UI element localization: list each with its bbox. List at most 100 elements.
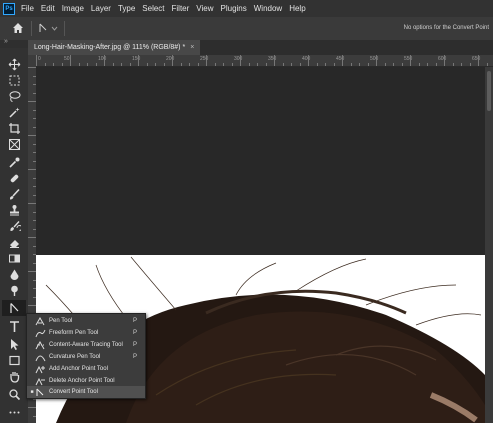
clone-stamp-tool[interactable] — [2, 202, 26, 218]
menu-help[interactable]: Help — [289, 4, 305, 13]
magic-wand-tool[interactable] — [2, 104, 26, 120]
ruler-tick — [232, 63, 233, 66]
lasso-icon — [9, 90, 20, 102]
healing-brush-tool[interactable] — [2, 170, 26, 186]
menu-image[interactable]: Image — [62, 4, 84, 13]
document-tab[interactable]: Long-Hair-Masking-After.jpg @ 111% (RGB/… — [28, 40, 201, 55]
ruler-tick — [28, 135, 36, 136]
ruler-tick — [28, 203, 36, 204]
horizontal-ruler[interactable]: 0 50 100 150 200 250 300 350 400 450 500… — [36, 55, 493, 67]
menu-view[interactable]: View — [196, 4, 213, 13]
path-selection-tool[interactable] — [2, 336, 26, 352]
ruler-tick — [113, 63, 114, 66]
menu-layer[interactable]: Layer — [91, 4, 111, 13]
gradient-tool[interactable] — [2, 250, 26, 266]
more-icon — [9, 411, 19, 413]
convert-point-preset-icon — [39, 23, 58, 32]
ruler-tick — [53, 63, 54, 66]
shortcut-key: P — [133, 318, 138, 324]
flyout-item-curvature-pen-tool[interactable]: Curvature Pen Tool P — [27, 351, 145, 363]
ruler-tick — [172, 55, 173, 66]
history-brush-icon — [9, 220, 21, 231]
flyout-item-freeform-pen-tool[interactable]: Freeform Pen Tool P — [27, 327, 145, 339]
flyout-item-add-anchor-point-tool[interactable]: Add Anchor Point Tool — [27, 363, 145, 375]
ruler-tick — [427, 63, 428, 66]
more-tools[interactable] — [2, 404, 26, 420]
ruler-tick — [351, 63, 352, 66]
ruler-tick — [410, 55, 411, 66]
menu-file[interactable]: File — [21, 4, 34, 13]
type-icon — [9, 320, 19, 332]
ruler-tick — [45, 63, 46, 66]
flyout-item-convert-point-tool[interactable]: ■ Convert Point Tool — [27, 386, 145, 398]
menu-type[interactable]: Type — [118, 4, 135, 13]
photoshop-logo[interactable]: Ps — [3, 2, 15, 15]
hand-icon — [9, 371, 19, 383]
chevron-down-icon — [51, 26, 58, 31]
ruler-tick — [164, 63, 165, 66]
eyedropper-tool[interactable] — [2, 154, 26, 170]
ruler-tick — [283, 63, 284, 66]
marquee-tool[interactable] — [2, 72, 26, 88]
frame-tool[interactable] — [2, 136, 26, 152]
ruler-tick — [189, 63, 190, 66]
ruler-tick — [334, 63, 335, 66]
flyout-item-pen-tool[interactable]: Pen Tool P — [27, 315, 145, 327]
tool-preset-picker[interactable] — [38, 23, 60, 34]
ruler-tick — [79, 63, 80, 66]
ruler-tick — [308, 55, 309, 66]
history-brush-tool[interactable] — [2, 218, 26, 234]
add-anchor-icon — [35, 365, 46, 374]
canvas-pasteboard[interactable] — [36, 67, 485, 255]
rectangle-tool[interactable] — [2, 352, 26, 368]
rectangle-icon — [8, 355, 20, 365]
ruler-tick — [249, 63, 250, 66]
ruler-tick — [130, 63, 131, 66]
scrollbar-thumb[interactable] — [487, 71, 491, 111]
zoom-tool[interactable] — [2, 386, 26, 402]
toolbar-collapse-strip[interactable]: » — [0, 38, 28, 48]
menu-plugins[interactable]: Plugins — [221, 4, 247, 13]
close-icon[interactable]: × — [190, 44, 194, 51]
ruler-tick — [62, 63, 63, 66]
flyout-label: Pen Tool — [49, 318, 73, 324]
flyout-item-content-aware-tracing-tool[interactable]: Content-Aware Tracing Tool P — [27, 339, 145, 351]
ruler-tick — [342, 55, 343, 66]
ruler-tick — [317, 63, 318, 66]
ruler-tick — [376, 55, 377, 66]
eraser-tool[interactable] — [2, 234, 26, 250]
vertical-scrollbar[interactable] — [485, 67, 493, 423]
lasso-tool[interactable] — [2, 88, 26, 104]
blur-tool[interactable] — [2, 266, 26, 282]
home-icon[interactable] — [12, 22, 24, 34]
magic-wand-icon — [8, 107, 19, 118]
flyout-label: Content-Aware Tracing Tool — [49, 342, 123, 348]
ruler-tick — [487, 63, 488, 66]
hand-tool[interactable] — [2, 368, 26, 384]
menu-window[interactable]: Window — [254, 4, 282, 13]
ruler-label: 100 — [98, 56, 107, 62]
move-icon — [8, 58, 20, 70]
ruler-tick — [198, 63, 199, 66]
ruler-tick — [274, 55, 275, 66]
ruler-tick — [155, 63, 156, 66]
menu-edit[interactable]: Edit — [41, 4, 55, 13]
ruler-label: 650 — [472, 56, 481, 62]
type-tool[interactable] — [2, 318, 26, 334]
ruler-tick — [291, 63, 292, 66]
pen-tool[interactable] — [2, 300, 26, 316]
ruler-tick — [300, 63, 301, 66]
ruler-tick — [359, 63, 360, 66]
ruler-tick — [147, 63, 148, 66]
pen-icon — [35, 316, 46, 326]
crop-tool[interactable] — [2, 120, 26, 136]
brush-icon — [9, 188, 20, 199]
menu-filter[interactable]: Filter — [172, 4, 190, 13]
brush-tool[interactable] — [2, 186, 26, 202]
move-tool[interactable] — [2, 56, 26, 72]
ruler-label: 600 — [438, 56, 447, 62]
flyout-label: Add Anchor Point Tool — [49, 366, 108, 372]
ruler-tick — [36, 55, 37, 66]
menu-select[interactable]: Select — [142, 4, 164, 13]
dodge-tool[interactable] — [2, 282, 26, 298]
